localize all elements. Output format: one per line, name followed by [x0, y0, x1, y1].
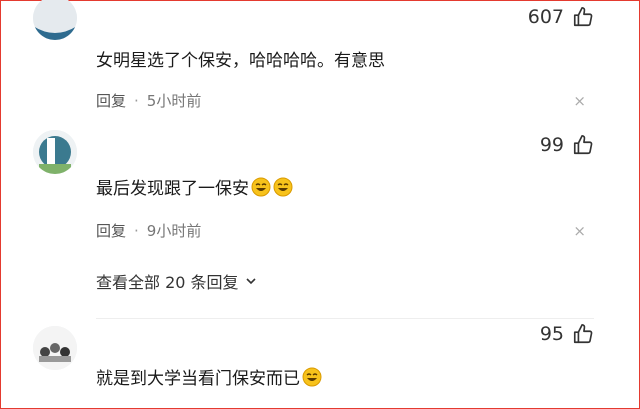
view-all-replies-label: 查看全部 20 条回复 — [96, 273, 239, 292]
avatar[interactable] — [33, 130, 77, 174]
timestamp: 9小时前 — [146, 222, 202, 240]
meta-separator: · — [134, 91, 139, 110]
avatar[interactable] — [33, 326, 77, 370]
meta-separator: · — [134, 221, 139, 240]
divider — [96, 318, 594, 319]
reply-button[interactable]: 回复 — [96, 220, 126, 241]
comment-text-content: 最后发现跟了一保安 — [96, 179, 249, 199]
like-button[interactable]: 99 — [540, 134, 594, 156]
like-button[interactable]: 95 — [540, 323, 594, 345]
like-count: 607 — [527, 6, 564, 28]
laughing-emoji-icon — [302, 367, 322, 386]
like-button[interactable]: 607 — [528, 6, 594, 28]
dismiss-button[interactable]: × — [573, 92, 586, 110]
comment-text: 女明星选了个保安，哈哈哈哈。有意思 — [96, 46, 385, 71]
comment-meta: 回复 · 5小时前 — [96, 90, 201, 111]
view-all-replies-button[interactable]: 查看全部 20 条回复 — [96, 269, 257, 293]
chevron-down-icon — [245, 278, 256, 285]
timestamp: 5小时前 — [146, 92, 202, 110]
reply-button[interactable]: 回复 — [96, 90, 126, 111]
comment-text-content: 就是到大学当看门保安而已 — [96, 369, 300, 389]
like-count: 95 — [539, 323, 564, 345]
comment-text-content: 女明星选了个保安，哈哈哈哈。有意思 — [96, 51, 385, 71]
comment-meta: 回复 · 9小时前 — [96, 220, 201, 241]
comment-text: 最后发现跟了一保安 — [96, 174, 293, 199]
laughing-emoji-icon — [251, 177, 271, 196]
thumbs-up-icon — [573, 7, 593, 27]
dismiss-button[interactable]: × — [573, 222, 586, 240]
like-count: 99 — [539, 134, 564, 156]
thumbs-up-icon — [573, 135, 593, 155]
comment-text: 就是到大学当看门保安而已 — [96, 364, 322, 389]
laughing-emoji-icon — [273, 177, 293, 196]
thumbs-up-icon — [573, 324, 593, 344]
